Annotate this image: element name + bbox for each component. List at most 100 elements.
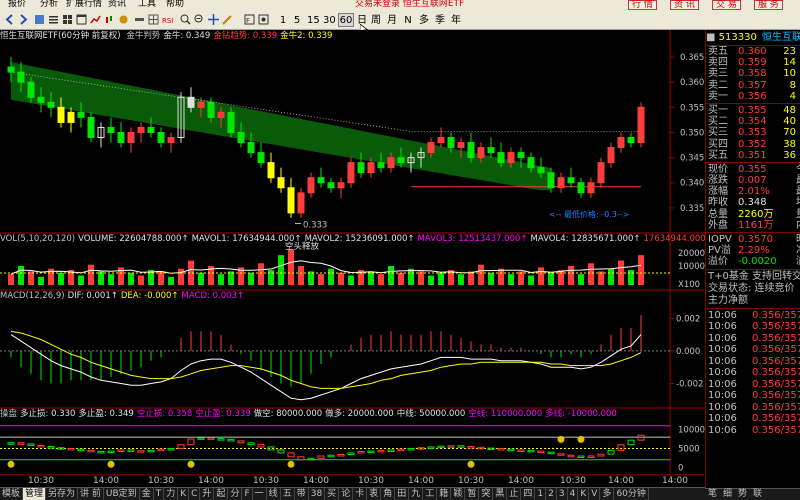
grid-icon[interactable]: [62, 14, 73, 25]
indicator-tab[interactable]: K: [178, 488, 190, 500]
menu-analysis[interactable]: 分析: [40, 0, 58, 9]
buy-level[interactable]: 买一 0.355 48: [706, 105, 800, 116]
indicator-tab[interactable]: 讲 前: [78, 488, 104, 500]
quote-tab[interactable]: 势: [735, 489, 750, 500]
indicator-tab[interactable]: 另存为: [46, 488, 79, 500]
indicator-tab[interactable]: 暂: [465, 488, 480, 500]
quote-stat[interactable]: 外盘 1161万 内: [706, 220, 800, 231]
nav-news-button[interactable]: 资 讯: [670, 0, 699, 10]
chart-area[interactable]: 0.335 0.340 0.345 0.350 0.355 0.360 0.365 0.333…: [0, 30, 705, 475]
window-icon[interactable]: [76, 14, 87, 25]
quote-tab[interactable]: 联: [750, 489, 765, 500]
zoom-out-icon[interactable]: [194, 14, 205, 25]
quote-stat[interactable]: 现价 0.355 今: [706, 164, 800, 175]
quote-tab[interactable]: 细: [720, 489, 735, 500]
rsi-icon[interactable]: RSI: [162, 14, 173, 25]
buy-level[interactable]: 买二 0.354 40: [706, 116, 800, 127]
iopv-stat[interactable]: 溢价 -0.0020 溢: [706, 256, 800, 267]
iopv-stat[interactable]: IOPV 0.3570 昨: [706, 234, 800, 245]
back-icon[interactable]: [4, 14, 15, 25]
indicator-tab[interactable]: 突: [479, 488, 494, 500]
period-year[interactable]: 年: [450, 13, 462, 27]
period-15min[interactable]: 15: [306, 13, 320, 27]
indicator-tab[interactable]: 卡: [353, 488, 368, 500]
sell-level[interactable]: 卖三 0.358 10: [706, 68, 800, 79]
quote-stat[interactable]: 总量 2260万 量: [706, 209, 800, 220]
indicator-tab[interactable]: 升: [200, 488, 215, 500]
fund-icon[interactable]: [118, 14, 129, 25]
indicator-tab[interactable]: 分: [228, 488, 243, 500]
menu-help[interactable]: 帮助: [166, 0, 184, 9]
period-5min[interactable]: 5: [292, 13, 302, 27]
sell-level[interactable]: 卖五 0.360 23: [706, 46, 800, 57]
list-icon[interactable]: [48, 14, 59, 25]
quote-tab[interactable]: 笔: [705, 489, 720, 500]
indicator-tab[interactable]: 带: [295, 488, 309, 500]
buy-level[interactable]: 买五 0.351 36: [706, 150, 800, 161]
nav-service-button[interactable]: 服 务: [754, 0, 783, 10]
indicator-tab[interactable]: 五: [281, 488, 295, 500]
chart-icon[interactable]: [90, 14, 101, 25]
buy-level[interactable]: 买三 0.353 70: [706, 127, 800, 138]
indicator-tab[interactable]: 买: [325, 488, 340, 500]
grid2-icon[interactable]: [148, 14, 159, 25]
menu-extended[interactable]: 扩展行情: [66, 0, 102, 9]
period-n[interactable]: N: [402, 13, 414, 27]
sell-level[interactable]: 卖一 0.356 4: [706, 91, 800, 102]
iopv-stat[interactable]: PV溢 2.29% 净: [706, 245, 800, 256]
buy-level[interactable]: 买四 0.352 38: [706, 139, 800, 150]
indicator-tab[interactable]: C: [189, 488, 201, 500]
indicator-tab[interactable]: 3: [557, 488, 568, 500]
indicator-tab[interactable]: 力: [164, 488, 179, 500]
indicator-tab[interactable]: 角: [381, 488, 396, 500]
indicator-tab[interactable]: 四: [521, 488, 536, 500]
indicator-tab[interactable]: T: [154, 488, 165, 500]
indicator-tab[interactable]: 管理: [23, 488, 47, 500]
menu-quote[interactable]: 报价: [8, 0, 26, 9]
home-icon[interactable]: [34, 14, 45, 25]
indicator-tab[interactable]: 工: [423, 488, 438, 500]
quote-stat[interactable]: 涨幅 2.01% 最: [706, 186, 800, 197]
quote-stat[interactable]: 昨收 0.348 均: [706, 197, 800, 208]
indicator-tab[interactable]: 止: [507, 488, 522, 500]
move-icon[interactable]: [208, 14, 219, 25]
indicator-tab[interactable]: 多: [600, 488, 615, 500]
indicator-tab[interactable]: 4: [568, 488, 579, 500]
ruler-icon[interactable]: [134, 14, 145, 25]
menu-tools[interactable]: 工具: [138, 0, 156, 9]
period-1min[interactable]: 1: [278, 13, 288, 27]
nav-trade-button[interactable]: 交 易: [712, 0, 741, 10]
indicator-tab[interactable]: 38: [309, 488, 326, 500]
indicator-tab[interactable]: 衷: [367, 488, 382, 500]
formula-icon[interactable]: F: [244, 14, 255, 25]
indicator-tab[interactable]: V: [589, 488, 601, 500]
period-quarter[interactable]: 季: [434, 13, 446, 27]
menu-news[interactable]: 资讯: [108, 0, 126, 9]
forward-icon[interactable]: [18, 14, 29, 25]
indicator-tab[interactable]: 模板: [0, 488, 24, 500]
quote-stat[interactable]: 涨跌 0.007 最: [706, 175, 800, 186]
indicator-tab[interactable]: 黑: [493, 488, 508, 500]
kline-icon[interactable]: [104, 14, 115, 25]
period-30min[interactable]: 30: [322, 13, 336, 27]
zoom-in-icon[interactable]: [180, 14, 191, 25]
indicator-tab[interactable]: 颖: [451, 488, 466, 500]
indicator-tab[interactable]: 60分钟: [614, 488, 649, 500]
period-month[interactable]: 月: [386, 13, 398, 27]
indicator-tab[interactable]: F: [242, 488, 253, 500]
sell-level[interactable]: 卖二 0.357 8: [706, 80, 800, 91]
settings-icon[interactable]: [258, 14, 269, 25]
indicator-tab[interactable]: 1: [535, 488, 547, 500]
indicator-tab[interactable]: 籍: [437, 488, 452, 500]
indicator-tab[interactable]: 金: [140, 488, 154, 500]
period-60min[interactable]: 60: [338, 13, 354, 27]
indicator-tab[interactable]: 九: [409, 488, 424, 500]
sell-level[interactable]: 卖四 0.359 14: [706, 57, 800, 68]
indicator-tab[interactable]: 田: [395, 488, 410, 500]
period-multi[interactable]: 多: [418, 13, 430, 27]
indicator-tab[interactable]: UB定到: [104, 488, 140, 500]
draw-icon[interactable]: [222, 14, 233, 25]
nav-quote-button[interactable]: 行 情: [628, 0, 657, 10]
indicator-tab[interactable]: 线: [267, 488, 281, 500]
indicator-tab[interactable]: K: [578, 488, 590, 500]
